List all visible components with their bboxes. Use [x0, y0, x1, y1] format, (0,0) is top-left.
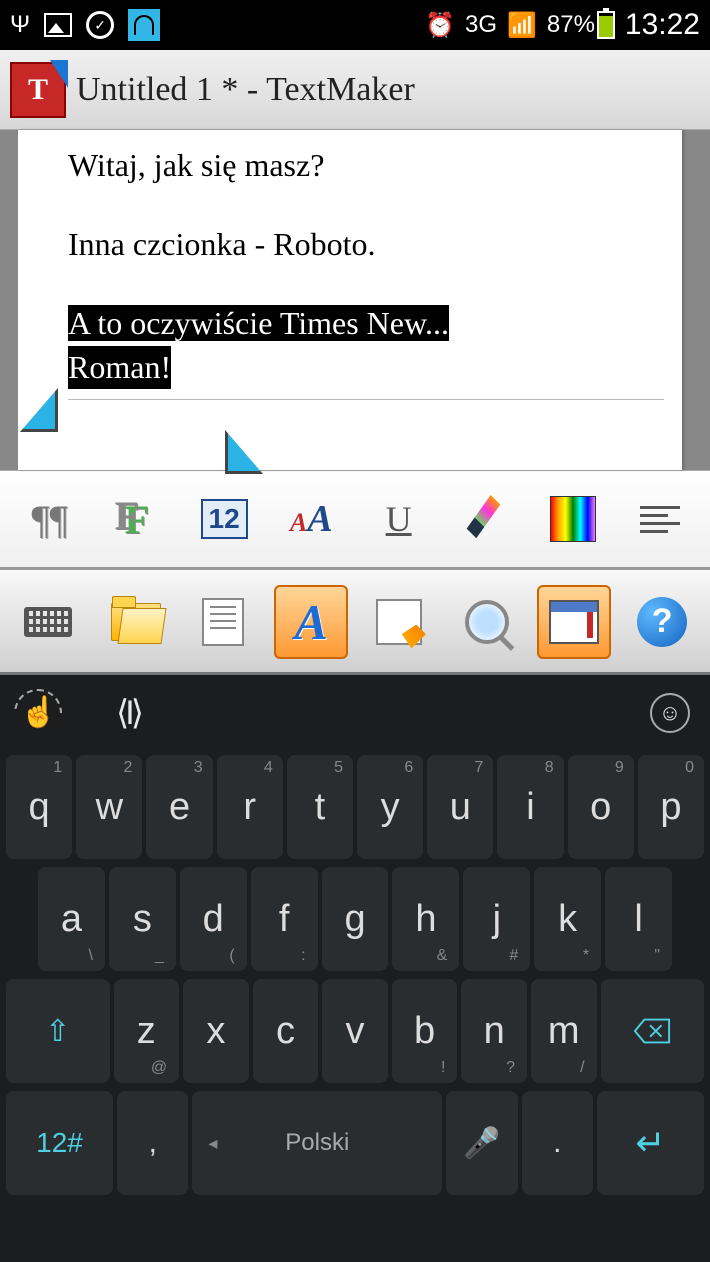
key-j[interactable]: j# [463, 867, 530, 971]
key-l[interactable]: l" [605, 867, 672, 971]
key-m[interactable]: m/ [531, 979, 597, 1083]
panel-icon [549, 600, 599, 644]
key-n[interactable]: n? [461, 979, 527, 1083]
app-title-bar: T Untitled 1 * - TextMaker [0, 50, 710, 130]
swipe-input-icon[interactable] [20, 695, 56, 731]
key-p[interactable]: p0 [638, 755, 704, 859]
key-o[interactable]: o9 [568, 755, 634, 859]
key-g[interactable]: g [322, 867, 389, 971]
help-icon: ? [637, 597, 687, 647]
search-button[interactable] [450, 585, 524, 659]
text-color-button[interactable] [453, 489, 519, 549]
key-x[interactable]: x [183, 979, 249, 1083]
on-screen-keyboard: ⟨I⟩ ☺ q1w2e3r4t5y6u7i8o9p0 a\s_d(f:gh&j#… [0, 675, 710, 1262]
battery-indicator: 87% [547, 11, 615, 39]
cursor-mode-button[interactable]: ⟨I⟩ [116, 693, 140, 733]
key-h[interactable]: h& [392, 867, 459, 971]
key-f[interactable]: f: [251, 867, 318, 971]
emoji-button[interactable]: ☺ [650, 693, 690, 733]
paragraph-marks-button[interactable]: ¶¶ [17, 489, 83, 549]
app-icon[interactable]: T [10, 62, 66, 118]
clock-time: 13:22 [625, 8, 700, 42]
key-e[interactable]: e3 [146, 755, 212, 859]
key-y[interactable]: y6 [357, 755, 423, 859]
document-page[interactable]: Witaj, jak się masz? Inna czcionka - Rob… [18, 130, 682, 470]
enter-key[interactable]: ↵ [597, 1091, 704, 1195]
edit-button[interactable] [362, 585, 436, 659]
space-key[interactable]: ◂Polski [192, 1091, 442, 1195]
edit-icon [376, 599, 422, 645]
shift-key[interactable]: ⇧ [6, 979, 110, 1083]
file-open-button[interactable] [99, 585, 173, 659]
key-b[interactable]: b! [392, 979, 458, 1083]
alignment-button[interactable] [627, 489, 693, 549]
text-line[interactable]: Witaj, jak się masz? [68, 144, 664, 187]
document-view-button[interactable] [186, 585, 260, 659]
comma-key[interactable]: , [117, 1091, 188, 1195]
battery-percent: 87% [547, 11, 595, 39]
alarm-icon: ⏰ [425, 11, 455, 40]
panel-toggle-button[interactable] [537, 585, 611, 659]
text-line[interactable]: Inna czcionka - Roboto. [68, 223, 664, 266]
document-area[interactable]: Witaj, jak się masz? Inna czcionka - Rob… [0, 130, 710, 470]
document-icon [202, 598, 244, 646]
voice-input-key[interactable]: 🎤 [446, 1091, 517, 1195]
key-c[interactable]: c [253, 979, 319, 1083]
key-w[interactable]: w2 [76, 755, 142, 859]
main-toolbar: A ? [0, 570, 710, 675]
font-family-button[interactable]: F [104, 489, 170, 549]
key-v[interactable]: v [322, 979, 388, 1083]
key-u[interactable]: u7 [427, 755, 493, 859]
document-title: Untitled 1 * - TextMaker [76, 71, 415, 109]
page-separator [68, 399, 664, 400]
keyboard-language-label: Polski [285, 1129, 349, 1157]
usb-icon: Ψ [10, 11, 30, 39]
image-icon [44, 13, 72, 37]
highlight-color-button[interactable] [540, 489, 606, 549]
keyboard-toggle-button[interactable] [11, 585, 85, 659]
key-q[interactable]: q1 [6, 755, 72, 859]
format-toolbar: ¶¶ F 12 AA U [0, 470, 710, 570]
backspace-icon [633, 1017, 671, 1045]
search-icon [465, 600, 509, 644]
keyboard-icon [24, 607, 72, 637]
font-size-button[interactable]: 12 [191, 489, 257, 549]
key-r[interactable]: r4 [217, 755, 283, 859]
help-button[interactable]: ? [625, 585, 699, 659]
key-z[interactable]: z@ [114, 979, 180, 1083]
wifi-icon [128, 9, 160, 41]
key-a[interactable]: a\ [38, 867, 105, 971]
network-type: 3G [465, 11, 497, 39]
key-t[interactable]: t5 [287, 755, 353, 859]
key-i[interactable]: i8 [497, 755, 563, 859]
key-d[interactable]: d( [180, 867, 247, 971]
folder-icon [111, 603, 161, 641]
period-key[interactable]: . [522, 1091, 593, 1195]
character-tab-button[interactable]: A [274, 585, 348, 659]
character-format-button[interactable]: AA [278, 489, 344, 549]
key-k[interactable]: k* [534, 867, 601, 971]
selected-text[interactable]: A to oczywiście Times New... Roman! [68, 302, 664, 388]
backspace-key[interactable] [601, 979, 705, 1083]
character-icon: A [294, 593, 327, 651]
key-s[interactable]: s_ [109, 867, 176, 971]
timer-icon: ✓ [86, 11, 114, 39]
underline-button[interactable]: U [366, 489, 432, 549]
signal-icon: 📶 [507, 11, 537, 40]
symbols-mode-key[interactable]: 12# [6, 1091, 113, 1195]
status-bar: Ψ ✓ ⏰ 3G 📶 87% 13:22 [0, 0, 710, 50]
